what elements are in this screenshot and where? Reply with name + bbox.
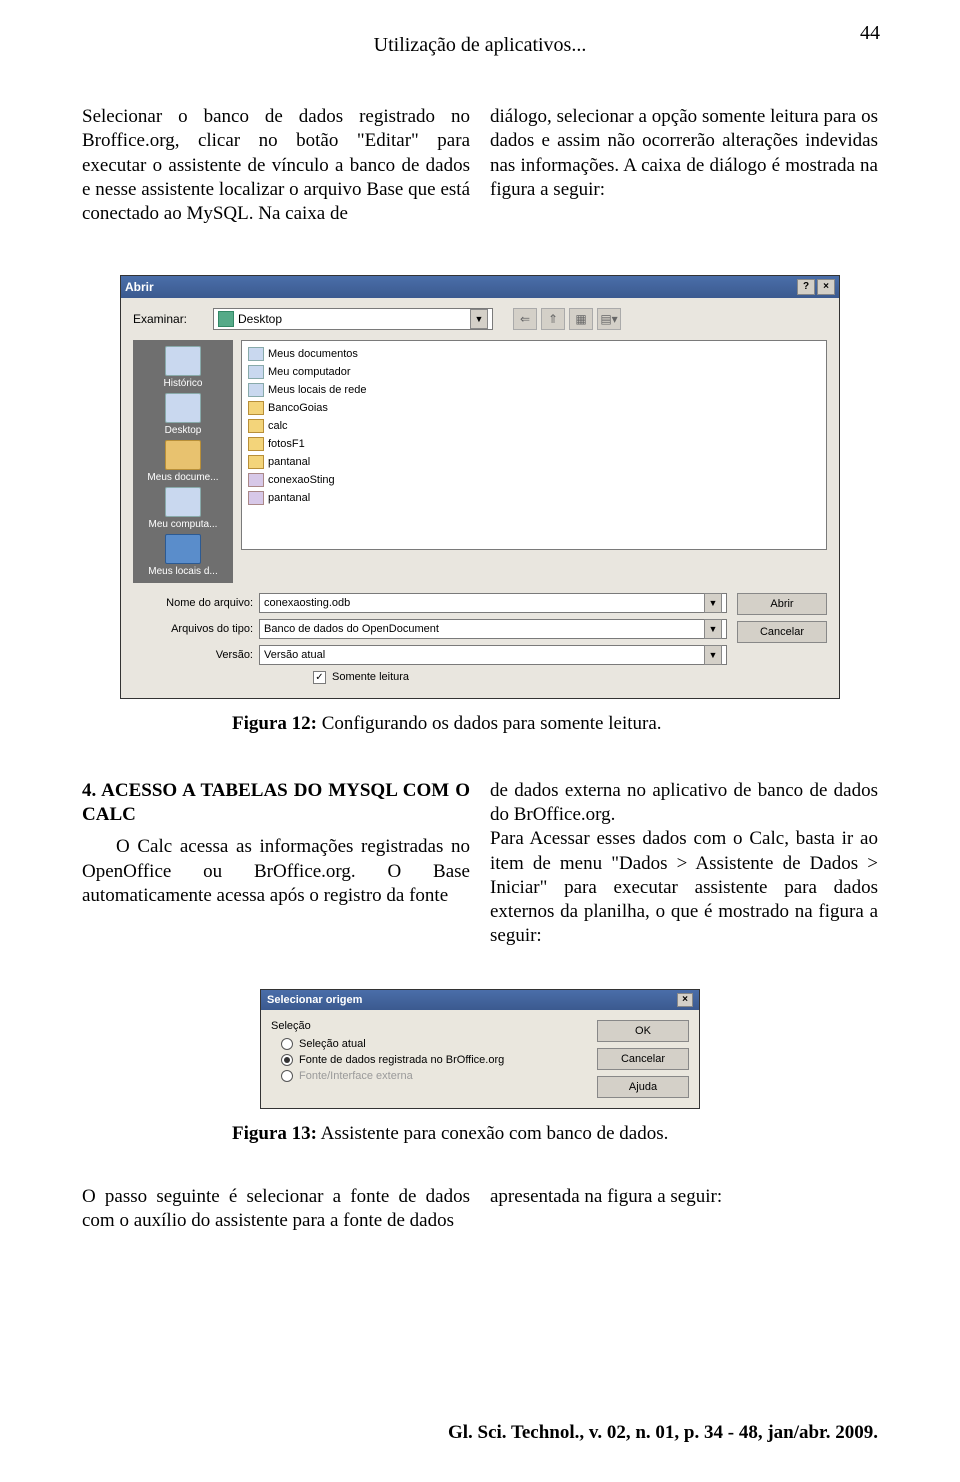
radio-icon (281, 1070, 293, 1082)
database-icon (248, 473, 264, 487)
radio-fonte-externa: Fonte/Interface externa (281, 1070, 587, 1082)
cancel-button[interactable]: Cancelar (597, 1048, 689, 1070)
list-item[interactable]: conexaoSting (248, 471, 820, 489)
network-small-icon (248, 383, 264, 397)
dialog2-title: Selecionar origem (267, 994, 677, 1006)
place-desktop[interactable]: Desktop (141, 393, 225, 436)
open-dialog: Abrir ? × Examinar: Desktop ▼ ⇐ ⇑ ▦ ▤▾ (120, 275, 840, 699)
cancel-button[interactable]: Cancelar (737, 621, 827, 643)
history-icon (165, 346, 201, 376)
page-footer: Gl. Sci. Technol., v. 02, n. 01, p. 34 -… (448, 1422, 878, 1444)
radio-icon (281, 1038, 293, 1050)
chevron-down-icon[interactable]: ▼ (704, 645, 722, 665)
network-icon (165, 534, 201, 564)
place-historico[interactable]: Histórico (141, 346, 225, 389)
place-meucomp[interactable]: Meu computa... (141, 487, 225, 530)
para-left-2: O Calc acessa as informações registradas… (82, 835, 470, 908)
file-list[interactable]: Meus documentos Meu computador Meus loca… (241, 340, 827, 550)
place-meusdoc[interactable]: Meus docume... (141, 440, 225, 483)
close-icon[interactable]: × (817, 279, 835, 295)
dialog-title: Abrir (125, 280, 795, 294)
running-header: Utilização de aplicativos... (0, 0, 960, 57)
folder-icon (248, 401, 264, 415)
dialog-titlebar: Abrir ? × (121, 276, 839, 298)
list-item[interactable]: Meus documentos (248, 345, 820, 363)
chevron-down-icon[interactable]: ▼ (704, 593, 722, 613)
radio-fonte-registrada[interactable]: Fonte de dados registrada no BrOffice.or… (281, 1054, 587, 1066)
select-origin-dialog: Selecionar origem × Seleção Seleção atua… (260, 989, 700, 1109)
places-bar: Histórico Desktop Meus docume... Meu com… (133, 340, 233, 583)
list-item[interactable]: pantanal (248, 453, 820, 471)
radio-icon (281, 1054, 293, 1066)
open-button[interactable]: Abrir (737, 593, 827, 615)
chevron-down-icon[interactable]: ▼ (470, 309, 488, 329)
selection-group-label: Seleção (271, 1020, 587, 1032)
folder-icon (248, 455, 264, 469)
figure-13-caption: Figura 13: Assistente para conexão com b… (82, 1123, 878, 1145)
examine-combo[interactable]: Desktop ▼ (213, 308, 493, 330)
nav-newfolder-icon[interactable]: ▦ (569, 308, 593, 330)
examine-label: Examinar: (133, 312, 203, 326)
filetype-label: Arquivos do tipo: (133, 623, 253, 635)
nav-viewmenu-icon[interactable]: ▤▾ (597, 308, 621, 330)
close-icon[interactable]: × (677, 993, 693, 1007)
folder-icon (248, 347, 264, 361)
nav-back-icon[interactable]: ⇐ (513, 308, 537, 330)
help-button[interactable]: Ajuda (597, 1076, 689, 1098)
para-right-1: diálogo, selecionar a opção somente leit… (490, 105, 878, 227)
paragraph-block-1: Selecionar o banco de dados registrado n… (82, 105, 878, 227)
computer-small-icon (248, 365, 264, 379)
para-left-1: Selecionar o banco de dados registrado n… (82, 105, 470, 227)
para-left-3: O passo seguinte é selecionar a fonte de… (82, 1185, 470, 1234)
list-item[interactable]: BancoGoias (248, 399, 820, 417)
filename-label: Nome do arquivo: (133, 597, 253, 609)
list-item[interactable]: fotosF1 (248, 435, 820, 453)
ok-button[interactable]: OK (597, 1020, 689, 1042)
computer-icon (165, 487, 201, 517)
desktop-place-icon (165, 393, 201, 423)
version-select[interactable]: Versão atual▼ (259, 645, 727, 665)
readonly-label: Somente leitura (332, 671, 409, 683)
list-item[interactable]: pantanal (248, 489, 820, 507)
filetype-select[interactable]: Banco de dados do OpenDocument▼ (259, 619, 727, 639)
folder-icon (248, 437, 264, 451)
page-number: 44 (860, 22, 880, 45)
list-item[interactable]: Meus locais de rede (248, 381, 820, 399)
readonly-checkbox[interactable]: ✓ (313, 671, 326, 684)
examine-value: Desktop (238, 312, 282, 326)
para-right-3: apresentada na figura a seguir: (490, 1185, 878, 1234)
help-icon[interactable]: ? (797, 279, 815, 295)
dialog2-titlebar: Selecionar origem × (261, 990, 699, 1010)
documents-icon (165, 440, 201, 470)
filename-input[interactable]: conexaosting.odb▼ (259, 593, 727, 613)
list-item[interactable]: calc (248, 417, 820, 435)
list-item[interactable]: Meu computador (248, 363, 820, 381)
section-4-heading: 4. ACESSO A TABELAS DO MYSQL COM O CALC (82, 779, 470, 828)
version-label: Versão: (133, 649, 253, 661)
nav-up-icon[interactable]: ⇑ (541, 308, 565, 330)
desktop-icon (218, 311, 234, 327)
figure-12-caption: Figura 12: Configurando os dados para so… (82, 713, 878, 735)
chevron-down-icon[interactable]: ▼ (704, 619, 722, 639)
database-icon (248, 491, 264, 505)
folder-icon (248, 419, 264, 433)
radio-selecao-atual[interactable]: Seleção atual (281, 1038, 587, 1050)
place-meuslocais[interactable]: Meus locais d... (141, 534, 225, 577)
para-right-2: de dados externa no aplicativo de banco … (490, 779, 878, 949)
